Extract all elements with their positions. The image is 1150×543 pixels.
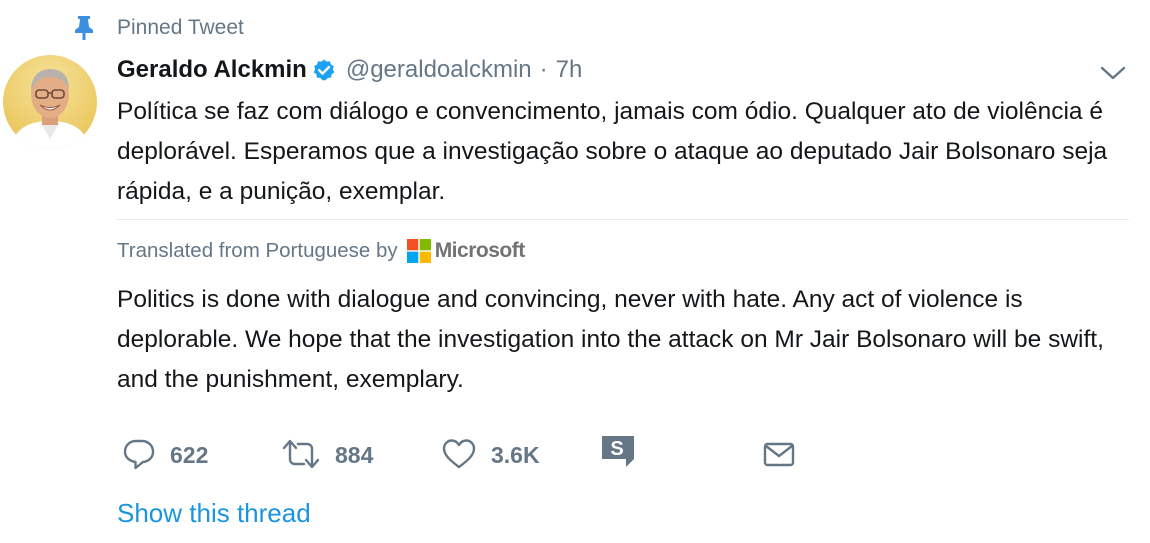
- translation-attribution: Translated from Portuguese by Microsoft: [117, 235, 525, 267]
- share-s-icon: S: [602, 436, 634, 467]
- author-name[interactable]: Geraldo Alckmin: [117, 56, 307, 84]
- reply-button[interactable]: 622: [122, 434, 208, 474]
- retweet-button[interactable]: 884: [281, 434, 373, 474]
- direct-message-button[interactable]: [762, 434, 796, 474]
- pinned-label: Pinned Tweet: [117, 16, 244, 39]
- avatar-image: [3, 55, 97, 149]
- pinned-indicator: [74, 14, 94, 42]
- tweet-timestamp[interactable]: 7h: [556, 56, 583, 84]
- retweet-icon: [282, 439, 320, 469]
- translation-text: Politics is done with dialogue and convi…: [117, 286, 1104, 393]
- avatar[interactable]: [3, 55, 97, 149]
- tweet-header: Geraldo Alckmin @geraldoalckmin · 7h: [117, 54, 582, 86]
- header-separator: ·: [539, 56, 548, 83]
- reply-bubble-icon: [123, 439, 155, 470]
- like-button[interactable]: 3.6K: [441, 434, 540, 474]
- retweet-count: 884: [335, 441, 374, 468]
- heart-icon: [442, 439, 476, 469]
- share-s-button[interactable]: S: [601, 432, 635, 472]
- verified-badge-icon: [313, 59, 335, 81]
- translation-provider[interactable]: Microsoft: [435, 239, 526, 263]
- like-count: 3.6K: [491, 441, 540, 468]
- pin-icon: [75, 16, 93, 40]
- reply-count: 622: [170, 441, 209, 468]
- author-handle[interactable]: @geraldoalckmin: [346, 56, 532, 84]
- translated-label: Translated from Portuguese by: [117, 239, 398, 262]
- chevron-down-icon[interactable]: [1099, 63, 1127, 83]
- divider: [117, 219, 1129, 220]
- svg-text:S: S: [610, 438, 623, 460]
- envelope-icon: [763, 442, 795, 467]
- tweet-text: Política se faz com diálogo e convencime…: [117, 98, 1108, 205]
- show-thread-link[interactable]: Show this thread: [117, 496, 311, 530]
- microsoft-logo-icon: [406, 239, 431, 263]
